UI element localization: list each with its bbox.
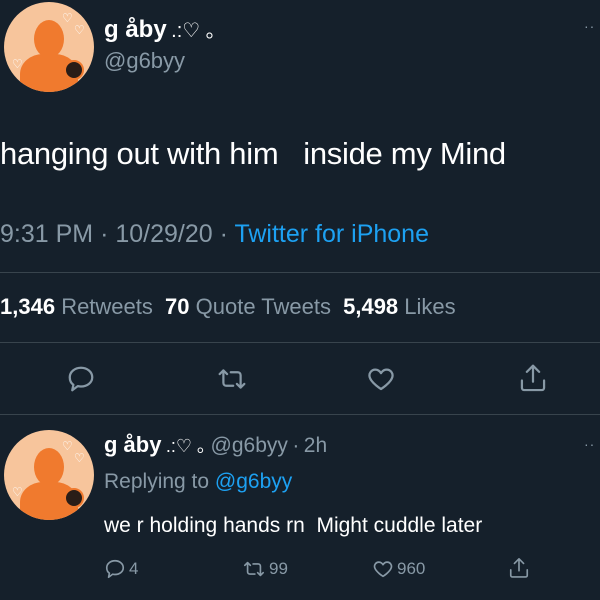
like-count: 960 <box>397 559 426 578</box>
name-decoration: .:♡ ｡ <box>171 20 216 42</box>
reply-age[interactable]: 2h <box>304 434 327 457</box>
tweet-source-link[interactable]: Twitter for iPhone <box>234 220 429 248</box>
replying-prefix: Replying to <box>104 470 210 493</box>
like-icon[interactable] <box>366 364 396 394</box>
likes-count: 5,498 <box>343 294 399 319</box>
likes-label: Likes <box>404 294 456 319</box>
reply-display-name: g åby <box>104 432 162 457</box>
heart-decoration-icon: ♡ <box>12 57 23 71</box>
heart-decoration-icon: ♡ <box>74 451 85 465</box>
reply-text: we r holding hands rn Might cuddle later <box>104 514 483 537</box>
author-name-row[interactable]: g åby .:♡ ｡ <box>104 14 216 44</box>
retweet-count: 99 <box>269 559 288 578</box>
heart-decoration-icon: ♡ <box>12 485 23 499</box>
heart-decoration-icon: ♡ <box>62 439 73 453</box>
divider <box>0 342 600 343</box>
tweet-date[interactable]: 10/29/20 <box>115 220 212 248</box>
reply-icon <box>104 558 126 580</box>
more-options-icon[interactable]: ·· <box>584 436 595 452</box>
avatar-figure-head <box>34 20 64 58</box>
reply-handle: @g6byy <box>210 434 288 457</box>
more-options-icon[interactable]: ·· <box>584 18 595 34</box>
share-icon[interactable] <box>518 362 548 394</box>
tweet-stats: 1,346 Retweets 70 Quote Tweets 5,498 Lik… <box>0 294 456 320</box>
reply-author-avatar[interactable]: ♡ ♡ ♡ <box>4 430 94 520</box>
quotes-label: Quote Tweets <box>195 294 331 319</box>
tweet-meta: 9:31 PM · 10/29/20 · Twitter for iPhone <box>0 220 429 249</box>
meta-separator: · <box>219 220 228 248</box>
header-separator: · <box>292 434 300 457</box>
author-handle[interactable]: @g6byy <box>104 48 185 74</box>
share-icon[interactable] <box>508 556 530 580</box>
retweet-action[interactable]: 99 <box>242 558 288 580</box>
replying-mention-link[interactable]: @g6byy <box>215 470 292 493</box>
replying-to: Replying to @g6byy <box>104 470 292 494</box>
tweet-text: hanging out with him inside my Mind <box>0 136 506 171</box>
reply-count: 4 <box>129 559 139 578</box>
retweet-icon <box>242 558 266 580</box>
avatar-figure-head <box>34 448 64 486</box>
tweet-time: 9:31 PM <box>0 220 94 248</box>
heart-decoration-icon: ♡ <box>62 11 73 25</box>
retweets-count: 1,346 <box>0 294 56 319</box>
heart-decoration-icon: ♡ <box>74 23 85 37</box>
like-icon <box>372 558 394 580</box>
meta-separator: · <box>100 220 109 248</box>
name-decoration: .:♡ ｡ <box>165 436 207 456</box>
author-avatar[interactable]: ♡ ♡ ♡ <box>4 2 94 92</box>
divider <box>0 414 600 415</box>
retweet-icon[interactable] <box>216 364 248 394</box>
quotes-count: 70 <box>165 294 190 319</box>
author-display-name: g åby <box>104 16 167 43</box>
avatar-badge <box>64 60 84 80</box>
reply-action[interactable]: 4 <box>104 558 138 580</box>
reply-header[interactable]: g åby .:♡ ｡ @g6byy · 2h <box>104 432 327 458</box>
divider <box>0 272 600 273</box>
retweets-label: Retweets <box>61 294 153 319</box>
like-action[interactable]: 960 <box>372 558 425 580</box>
retweets-stat[interactable]: 1,346 Retweets <box>0 294 159 319</box>
quotes-stat[interactable]: 70 Quote Tweets <box>165 294 337 319</box>
reply-icon[interactable] <box>66 364 96 394</box>
avatar-badge <box>64 488 84 508</box>
likes-stat[interactable]: 5,498 Likes <box>343 294 456 319</box>
